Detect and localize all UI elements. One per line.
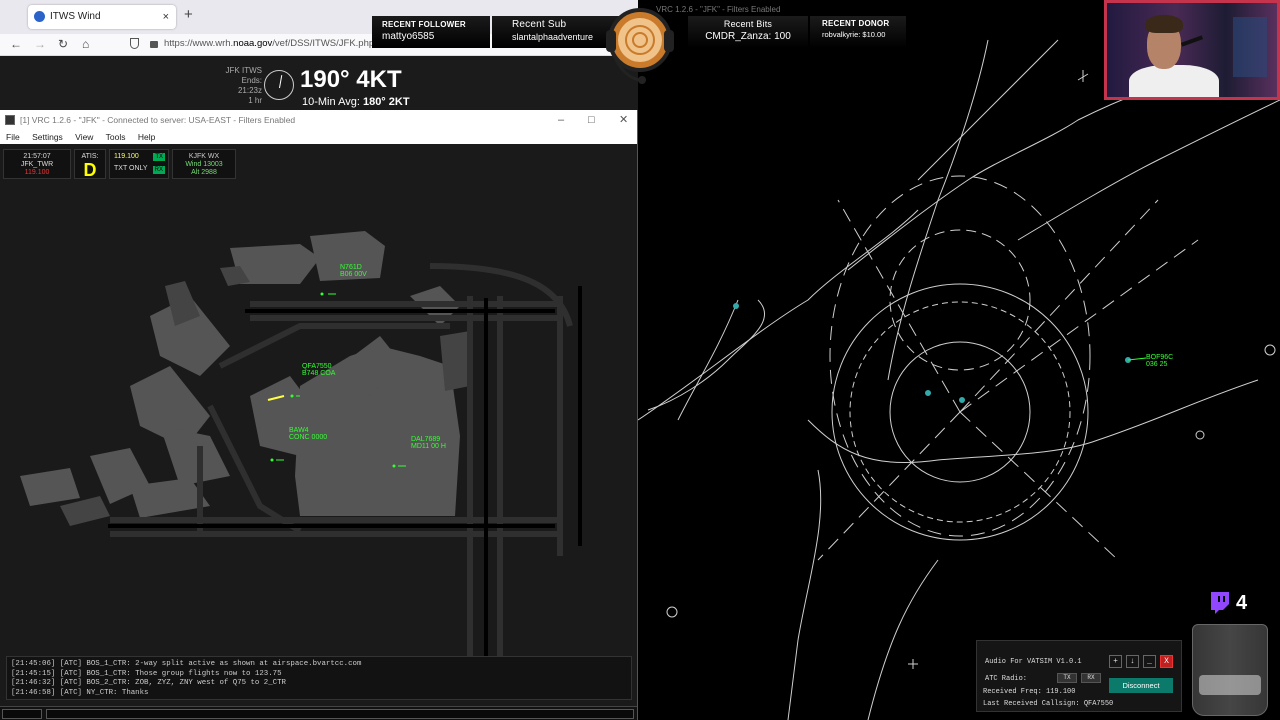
menu-settings[interactable]: Settings: [32, 132, 63, 142]
itws-wind-panel: JFK ITWS Ends: 21:23z 1 hr 190° 4KT 10-M…: [0, 56, 640, 110]
itws-avg: 10-Min Avg: 180° 2KT: [302, 96, 410, 108]
weather-box: KJFK WX Wind 13003 Alt 2988: [172, 149, 236, 179]
new-tab-button[interactable]: +: [184, 6, 193, 23]
afv-last-callsign: Last Received Callsign: QFA7550: [983, 700, 1114, 708]
vrc-info-bar: 21:57:07 JFK_TWR 119.100 ATIS: D 119.100…: [3, 149, 236, 179]
afv-close-button[interactable]: X: [1160, 655, 1173, 668]
url-bar[interactable]: https://www.wrh.noaa.gov/vef/DSS/ITWS/JF…: [164, 38, 374, 49]
rx-indicator[interactable]: RX: [152, 166, 165, 174]
radar-scope-window[interactable]: VRC 1.2.6 - "JFK" - Filters Enabled BOF9…: [638, 0, 1280, 720]
message-log[interactable]: [21:45:06] [ATC] BOS_1_CTR: 2-way split …: [6, 656, 632, 700]
wind-direction-dial-icon: [264, 70, 294, 100]
vrc-tower-window: [1] VRC 1.2.6 - "JFK" - Connected to ser…: [0, 110, 638, 720]
disconnect-button[interactable]: Disconnect: [1109, 678, 1173, 693]
tracking-shield-icon[interactable]: [130, 38, 139, 49]
glass-decor: [1192, 624, 1268, 716]
recent-bits-panel: Recent Bits CMDR_Zanza: 100: [688, 16, 808, 48]
tx-indicator[interactable]: TX: [153, 153, 165, 161]
close-icon[interactable]: ✕: [619, 110, 628, 130]
webcam-feed: [1104, 0, 1280, 100]
radio-box[interactable]: 119.100 TXT ONLY TX RX: [109, 149, 169, 179]
vrc-scope[interactable]: 21:57:07 JFK_TWR 119.100 ATIS: D 119.100…: [0, 146, 637, 720]
afv-minimize-button[interactable]: _: [1143, 655, 1156, 668]
aircraft-tag-qfa7550[interactable]: QFA7550 B748 COA: [302, 363, 335, 377]
tab-title: ITWS Wind: [50, 11, 101, 22]
command-input[interactable]: [46, 709, 634, 719]
aircraft-tag-baw4[interactable]: BAW4 CONC 0000: [289, 427, 327, 441]
tab-close-icon[interactable]: ×: [163, 5, 169, 29]
radar-tag-bof96c[interactable]: BOF96C 036 25: [1146, 354, 1173, 368]
afv-client-window: Audio For VATSIM V1.0.1 + ↓ _ X ATC Radi…: [976, 640, 1182, 712]
home-icon[interactable]: ⌂: [82, 37, 89, 51]
aircraft-tag-dal7689[interactable]: DAL7689 MD11 00 H: [411, 436, 446, 450]
lock-icon[interactable]: [150, 41, 158, 48]
log-line: [21:46:32] [ATC] BOS_2_CTR: ZOB, ZYZ, ZN…: [11, 679, 286, 687]
itws-wind-value: 190° 4KT: [300, 66, 402, 93]
streamer-logo-icon: [606, 8, 674, 84]
screen: ITWS Wind × + ← → ↻ ⌂ https://www.wrh.no…: [0, 0, 1280, 720]
atis-box[interactable]: ATIS: D: [74, 149, 106, 179]
menu-help[interactable]: Help: [138, 132, 155, 142]
noaa-favicon-icon: [34, 11, 45, 22]
vrc-title-bar: [1] VRC 1.2.6 - "JFK" - Connected to ser…: [0, 110, 637, 130]
aircraft-tag-n761d[interactable]: N761D B06 00V: [340, 264, 367, 278]
minimize-icon[interactable]: –: [558, 110, 564, 130]
menu-file[interactable]: File: [6, 132, 20, 142]
vrc-window-title: [1] VRC 1.2.6 - "JFK" - Connected to ser…: [20, 115, 296, 125]
afv-tx-toggle[interactable]: TX: [1057, 673, 1077, 683]
log-line: [21:45:06] [ATC] BOS_1_CTR: 2-way split …: [11, 660, 362, 668]
back-icon[interactable]: ←: [10, 37, 22, 51]
viewer-count: 4: [1236, 592, 1248, 614]
clock-box: 21:57:07 JFK_TWR 119.100: [3, 149, 71, 179]
status-cell: [2, 709, 42, 719]
afv-add-button[interactable]: +: [1109, 655, 1122, 668]
forward-icon[interactable]: →: [34, 37, 46, 51]
afv-title: Audio For VATSIM V1.0.1: [985, 658, 1082, 666]
afv-radio-label: ATC Radio:: [985, 675, 1028, 683]
itws-site-info: JFK ITWS Ends: 21:23z 1 hr: [225, 66, 262, 105]
maximize-icon[interactable]: □: [588, 110, 595, 130]
tab-itws-wind[interactable]: ITWS Wind ×: [28, 5, 176, 29]
menu-tools[interactable]: Tools: [106, 132, 126, 142]
radar-map: [638, 39, 1280, 720]
twitch-icon: [1211, 592, 1229, 614]
vrc-menu-bar: File Settings View Tools Help: [0, 130, 637, 144]
recent-follower-panel: RECENT FOLLOWER mattyo6585: [372, 16, 490, 48]
log-line: [21:46:58] [ATC] NY_CTR: Thanks: [11, 688, 149, 697]
vrc-app-icon: [5, 115, 15, 125]
log-line: [21:45:15] [ATC] BOS_1_CTR: Those group …: [11, 669, 282, 678]
afv-rx-toggle[interactable]: RX: [1081, 673, 1101, 683]
afv-received-freq: Received Freq: 119.100: [983, 688, 1076, 696]
menu-view[interactable]: View: [75, 132, 93, 142]
recent-donor-panel: RECENT DONOR robvalkyrie: $10.00: [810, 16, 906, 48]
reload-icon[interactable]: ↻: [58, 37, 68, 51]
command-line[interactable]: [0, 706, 637, 720]
afv-down-button[interactable]: ↓: [1126, 655, 1139, 668]
